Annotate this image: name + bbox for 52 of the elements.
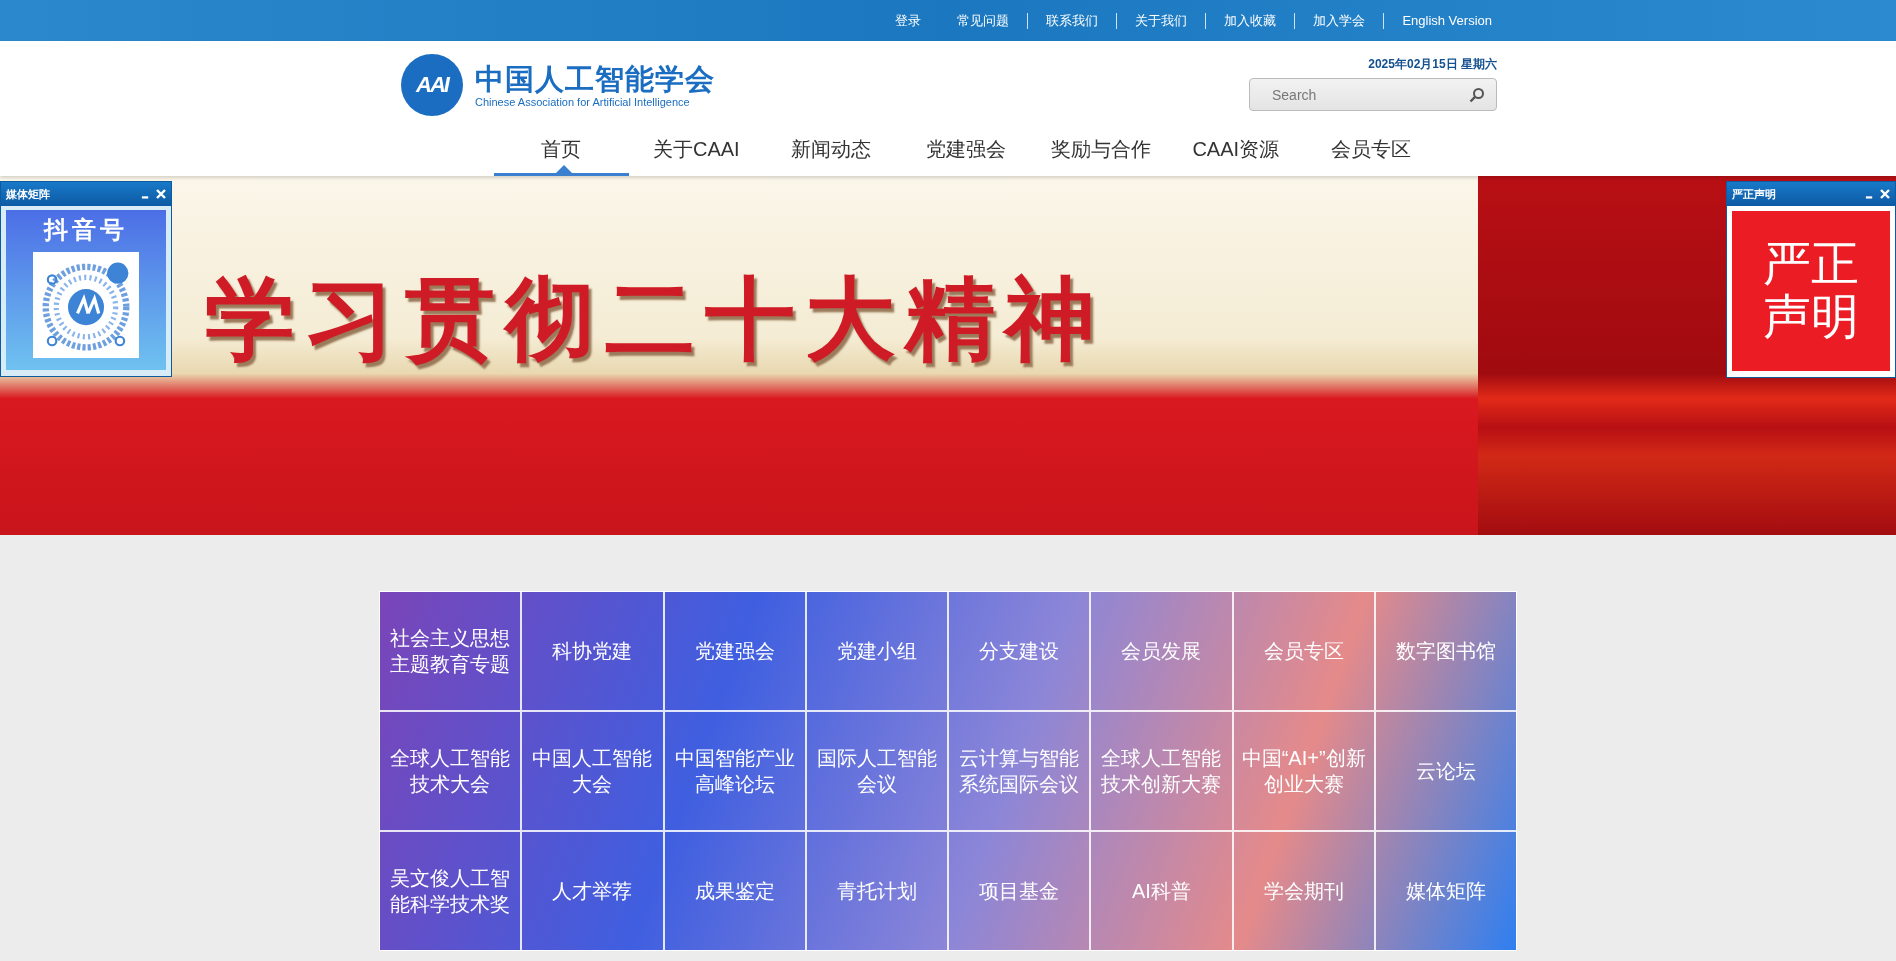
grid-link[interactable]: 分支建设	[949, 592, 1090, 710]
grid-link[interactable]: 党建强会	[664, 592, 805, 710]
grid-link[interactable]: 中国智能产业高峰论坛	[664, 712, 805, 830]
window-title: 媒体矩阵	[6, 186, 50, 202]
top-link[interactable]: English Version	[1383, 12, 1510, 29]
grid-link[interactable]: 会员发展	[1091, 592, 1232, 710]
nav-item[interactable]: 奖励与合作	[1033, 126, 1169, 176]
grid-link[interactable]: 中国“AI+”创新创业大赛	[1233, 712, 1374, 830]
grid-link[interactable]: 云计算与智能系统国际会议	[949, 712, 1090, 830]
logo-title: 中国人工智能学会	[475, 62, 715, 96]
search-field[interactable]: Search	[1249, 78, 1497, 111]
top-link[interactable]: 登录	[877, 12, 940, 29]
top-link[interactable]: 关于我们	[1116, 12, 1206, 29]
grid-link[interactable]: 成果鉴定	[664, 832, 805, 950]
grid-link[interactable]: AI科普	[1091, 832, 1232, 950]
grid-link[interactable]: 人才举荐	[522, 832, 663, 950]
logo-mark[interactable]: AAI	[401, 54, 463, 116]
nav-item[interactable]: 关于CAAI	[628, 126, 764, 176]
nav-item[interactable]: 会员专区	[1303, 126, 1438, 176]
logo-subtitle: Chinese Association for Artificial Intelligence	[475, 96, 691, 108]
top-link[interactable]: 加入学会	[1294, 12, 1384, 29]
grid-link[interactable]: 国际人工智能会议	[806, 712, 947, 830]
card-heading: 抖音号	[44, 215, 128, 245]
top-link[interactable]: 加入收藏	[1205, 12, 1295, 29]
date-text: 2025年02月15日 星期六	[1368, 56, 1497, 73]
grid-link[interactable]: 项目基金	[949, 832, 1090, 950]
window-title: 严正声明	[1732, 186, 1776, 202]
grid-link[interactable]: 社会主义思想主题教育专题	[380, 592, 521, 710]
grid-link[interactable]: 科协党建	[522, 592, 663, 710]
close-icon[interactable]	[156, 189, 166, 199]
grid-link[interactable]: 吴文俊人工智能科学技术奖	[380, 832, 521, 950]
nav-item[interactable]: CAAI资源	[1168, 126, 1304, 176]
grid-link[interactable]: 党建小组	[806, 592, 947, 710]
banner-title: 学习贯彻二十大精神	[205, 268, 1105, 368]
search-icon[interactable]	[1469, 87, 1485, 103]
grid-link[interactable]: 全球人工智能技术创新大赛	[1091, 712, 1232, 830]
top-link[interactable]: 常见问题	[939, 12, 1028, 29]
grid-link[interactable]: 会员专区	[1233, 592, 1374, 710]
promo-card[interactable]: 抖音号	[6, 210, 166, 370]
grid-link[interactable]: 媒体矩阵	[1375, 832, 1516, 950]
notice-card[interactable]: 严正声明	[1732, 211, 1890, 371]
grid-link[interactable]: 学会期刊	[1233, 832, 1374, 950]
top-link[interactable]: 联系我们	[1027, 12, 1117, 29]
grid-link[interactable]: 青托计划	[806, 832, 947, 950]
nav-item[interactable]: 新闻动态	[763, 126, 899, 176]
notice-text: 严正声明	[1762, 238, 1860, 344]
grid-link[interactable]: 数字图书馆	[1375, 592, 1516, 710]
grid-link[interactable]: 云论坛	[1375, 712, 1516, 830]
nav-item[interactable]: 党建强会	[898, 126, 1034, 176]
close-icon[interactable]	[1880, 189, 1890, 199]
grid-link[interactable]: 全球人工智能技术大会	[380, 712, 521, 830]
grid-link[interactable]: 中国人工智能大会	[522, 712, 663, 830]
